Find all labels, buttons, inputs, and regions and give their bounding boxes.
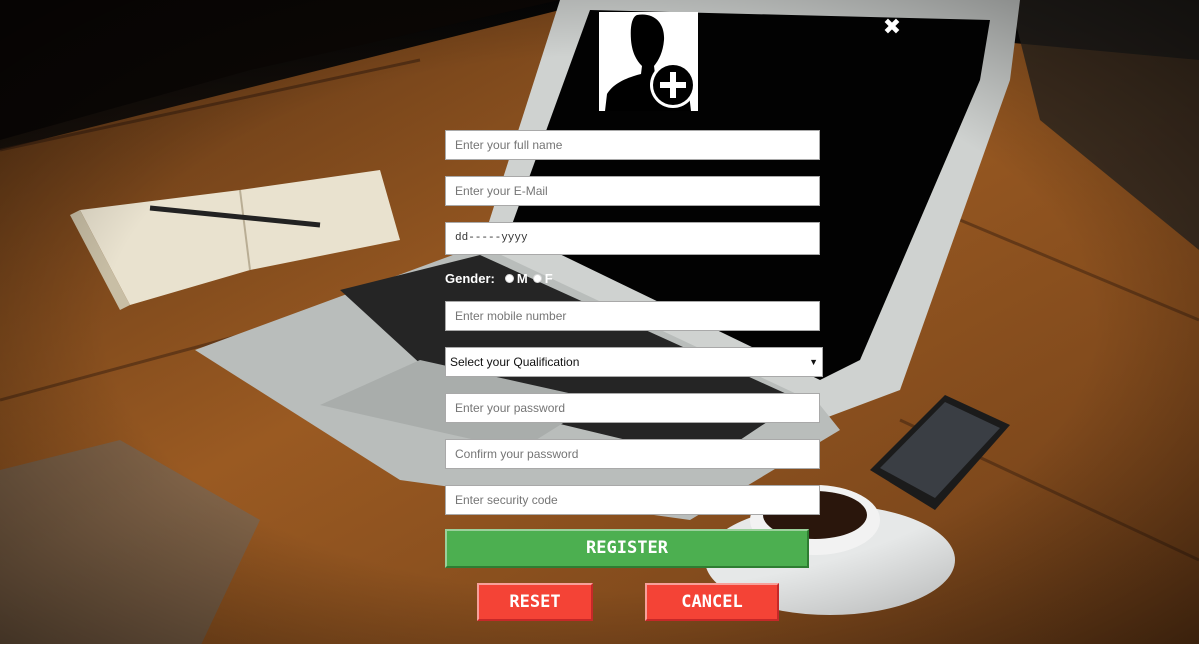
cancel-button[interactable]: CANCEL: [645, 583, 779, 621]
registration-scene: ✖ dd-----yyyy Gender: M F Select your Qu…: [0, 0, 1199, 647]
reset-button[interactable]: RESET: [477, 583, 593, 621]
gender-radio-f[interactable]: [532, 273, 542, 283]
mobile-input[interactable]: [445, 301, 820, 331]
add-user-icon[interactable]: [599, 12, 698, 111]
qualification-select[interactable]: Select your Qualification ▼: [445, 347, 823, 377]
password-input[interactable]: [445, 393, 820, 423]
qualification-selected-value: Select your Qualification: [450, 355, 580, 369]
fullname-input[interactable]: [445, 130, 820, 160]
gender-option-f-label: F: [544, 270, 553, 286]
gender-label: Gender:: [445, 270, 495, 286]
gender-group: Gender: M F: [445, 269, 558, 287]
security-code-input[interactable]: [445, 485, 820, 515]
confirm-password-input[interactable]: [445, 439, 820, 469]
close-icon[interactable]: ✖: [880, 16, 904, 40]
date-of-birth-input[interactable]: dd-----yyyy: [445, 222, 820, 255]
dropdown-arrow-icon: ▼: [809, 357, 818, 367]
email-input[interactable]: [445, 176, 820, 206]
gender-option-m-label: M: [516, 270, 528, 286]
gender-radio-m[interactable]: [504, 273, 514, 283]
register-button[interactable]: REGISTER: [445, 529, 809, 568]
